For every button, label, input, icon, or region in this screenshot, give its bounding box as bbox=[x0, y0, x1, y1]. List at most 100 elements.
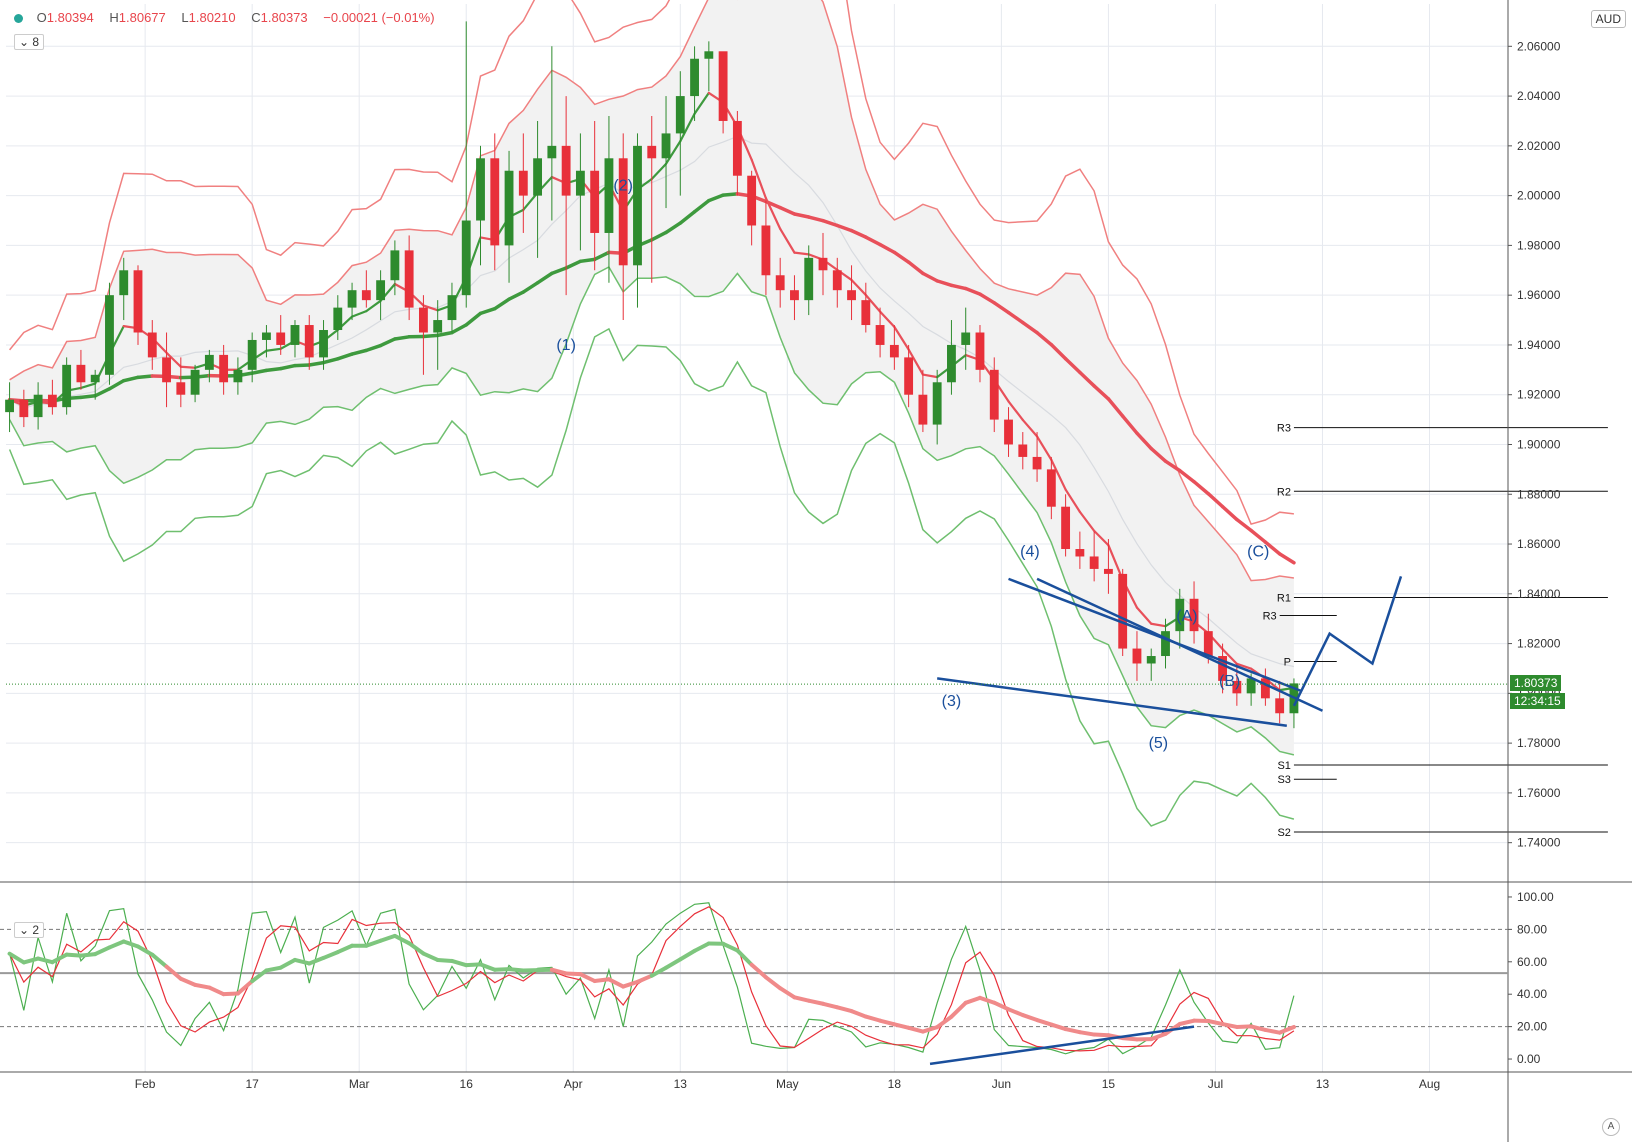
osc-slow-segment bbox=[264, 965, 283, 973]
y-tick-label: 1.84000 bbox=[1517, 587, 1561, 601]
candle-body bbox=[1146, 656, 1156, 664]
candle-body bbox=[904, 357, 914, 395]
x-tick-label: 18 bbox=[888, 1077, 902, 1091]
osc-slow-segment bbox=[1092, 1032, 1111, 1038]
ma-slow-segment bbox=[264, 366, 283, 373]
candle-body bbox=[1275, 698, 1285, 714]
x-tick-label: 13 bbox=[674, 1077, 688, 1091]
candle-body bbox=[518, 170, 528, 196]
candle-body bbox=[33, 394, 43, 418]
osc-slow-segment bbox=[150, 952, 169, 969]
osc-y-tick-label: 100.00 bbox=[1517, 890, 1554, 904]
osc-slow-segment bbox=[93, 945, 112, 957]
candle-body bbox=[747, 175, 757, 226]
osc-y-tick-label: 80.00 bbox=[1517, 922, 1547, 936]
elliott-label: (3) bbox=[942, 693, 962, 710]
ma-slow-segment bbox=[421, 333, 440, 339]
candle-body bbox=[989, 369, 999, 420]
main-pane-legend-toggle[interactable]: ⌄ 8 bbox=[14, 34, 45, 50]
x-tick-label: Mar bbox=[349, 1077, 370, 1091]
candle-body bbox=[590, 170, 600, 233]
osc-slow-segment bbox=[464, 962, 483, 968]
candle-body bbox=[1132, 648, 1142, 664]
candle-body bbox=[1161, 631, 1170, 657]
x-tick-label: Feb bbox=[135, 1077, 156, 1091]
currency-button[interactable]: AUD bbox=[1590, 10, 1626, 28]
y-tick-label: 1.94000 bbox=[1517, 338, 1561, 352]
pivot-label: P bbox=[1284, 656, 1291, 668]
osc-slow-segment bbox=[592, 977, 611, 984]
osc-slow-segment bbox=[1149, 1031, 1168, 1042]
candle-body bbox=[1260, 678, 1270, 699]
candle-body bbox=[304, 325, 314, 358]
candle-body bbox=[404, 250, 414, 308]
main-pane-count: 8 bbox=[32, 35, 40, 49]
candle-body bbox=[775, 275, 785, 291]
candle-body bbox=[961, 332, 971, 345]
osc-slow-segment bbox=[792, 995, 811, 1003]
candle-body bbox=[718, 51, 728, 121]
osc-y-tick-label: 20.00 bbox=[1517, 1020, 1547, 1034]
y-tick-label: 1.74000 bbox=[1517, 836, 1561, 850]
y-tick-label: 2.06000 bbox=[1517, 39, 1561, 53]
ma-slow-segment bbox=[393, 335, 411, 341]
osc-slow-segment bbox=[278, 957, 297, 970]
candle-body bbox=[690, 58, 699, 97]
osc-slow-segment bbox=[378, 933, 397, 943]
close-value: 1.80373 bbox=[260, 10, 308, 25]
candle-body bbox=[461, 220, 471, 296]
osc-y-tick-label: 40.00 bbox=[1517, 987, 1547, 1001]
x-tick-label: 16 bbox=[460, 1077, 474, 1091]
candle-body bbox=[105, 295, 114, 375]
candle-body bbox=[1004, 419, 1013, 445]
osc-slow-segment bbox=[806, 998, 826, 1006]
osc-slow-segment bbox=[507, 967, 526, 973]
candle-body bbox=[447, 295, 457, 321]
osc-slow-segment bbox=[1077, 1030, 1097, 1037]
x-tick-label: 17 bbox=[245, 1077, 259, 1091]
osc-slow-segment bbox=[863, 1014, 883, 1023]
auto-scale-button[interactable]: A bbox=[1602, 1118, 1620, 1136]
candle-body bbox=[818, 257, 828, 271]
osc-slow-segment bbox=[121, 939, 141, 949]
ohlc-readout: O1.80394 H1.80677 L1.80210 C1.80373 −0.0… bbox=[14, 10, 441, 25]
osc-slow-segment bbox=[178, 976, 198, 987]
osc-pane-legend-toggle[interactable]: ⌄ 2 bbox=[14, 922, 45, 938]
candle-body bbox=[390, 250, 400, 281]
candle-body bbox=[233, 369, 243, 383]
osc-slow-segment bbox=[1206, 1019, 1225, 1027]
candle-body bbox=[533, 158, 543, 196]
chart-svg[interactable]: R3R2R1R3PS1S3S2 (1)(2)(3)(4)(5)(A)(B)(C)… bbox=[0, 0, 1632, 1142]
osc-slow-segment bbox=[478, 962, 497, 972]
osc-slow-segment bbox=[821, 1001, 840, 1010]
x-tick-label: 15 bbox=[1102, 1077, 1116, 1091]
pivot-label: R3 bbox=[1263, 610, 1277, 622]
candle-body bbox=[732, 120, 742, 176]
ma-slow-segment bbox=[293, 363, 312, 368]
candle-body bbox=[847, 290, 856, 301]
osc-slow-segment bbox=[1120, 1036, 1139, 1042]
candle-body bbox=[1089, 556, 1099, 569]
ma-slow-segment bbox=[307, 360, 326, 367]
ma-slow-segment bbox=[1235, 517, 1253, 533]
osc-slow-segment bbox=[977, 995, 997, 1005]
candle-body bbox=[319, 330, 328, 358]
candle-body bbox=[604, 158, 614, 233]
osc-divergence-line bbox=[929, 1025, 1195, 1066]
candle-body bbox=[804, 257, 814, 301]
candle-body bbox=[1061, 506, 1071, 550]
osc-slow-segment bbox=[435, 957, 454, 963]
osc-slow-segment bbox=[392, 933, 412, 946]
ma-slow-segment bbox=[1249, 528, 1268, 544]
osc-slow-segment bbox=[1220, 1022, 1239, 1029]
candle-body bbox=[119, 270, 129, 296]
candle-body bbox=[861, 300, 871, 326]
candle-body bbox=[90, 374, 100, 383]
osc-y-tick-label: 60.00 bbox=[1517, 955, 1547, 969]
last-price-tag: 1.80373 bbox=[1510, 675, 1562, 692]
open-label: O bbox=[36, 10, 47, 25]
candle-body bbox=[675, 96, 685, 134]
pivot-label: R2 bbox=[1277, 486, 1291, 498]
y-tick-label: 2.02000 bbox=[1517, 139, 1561, 153]
candle-body bbox=[1246, 678, 1256, 694]
